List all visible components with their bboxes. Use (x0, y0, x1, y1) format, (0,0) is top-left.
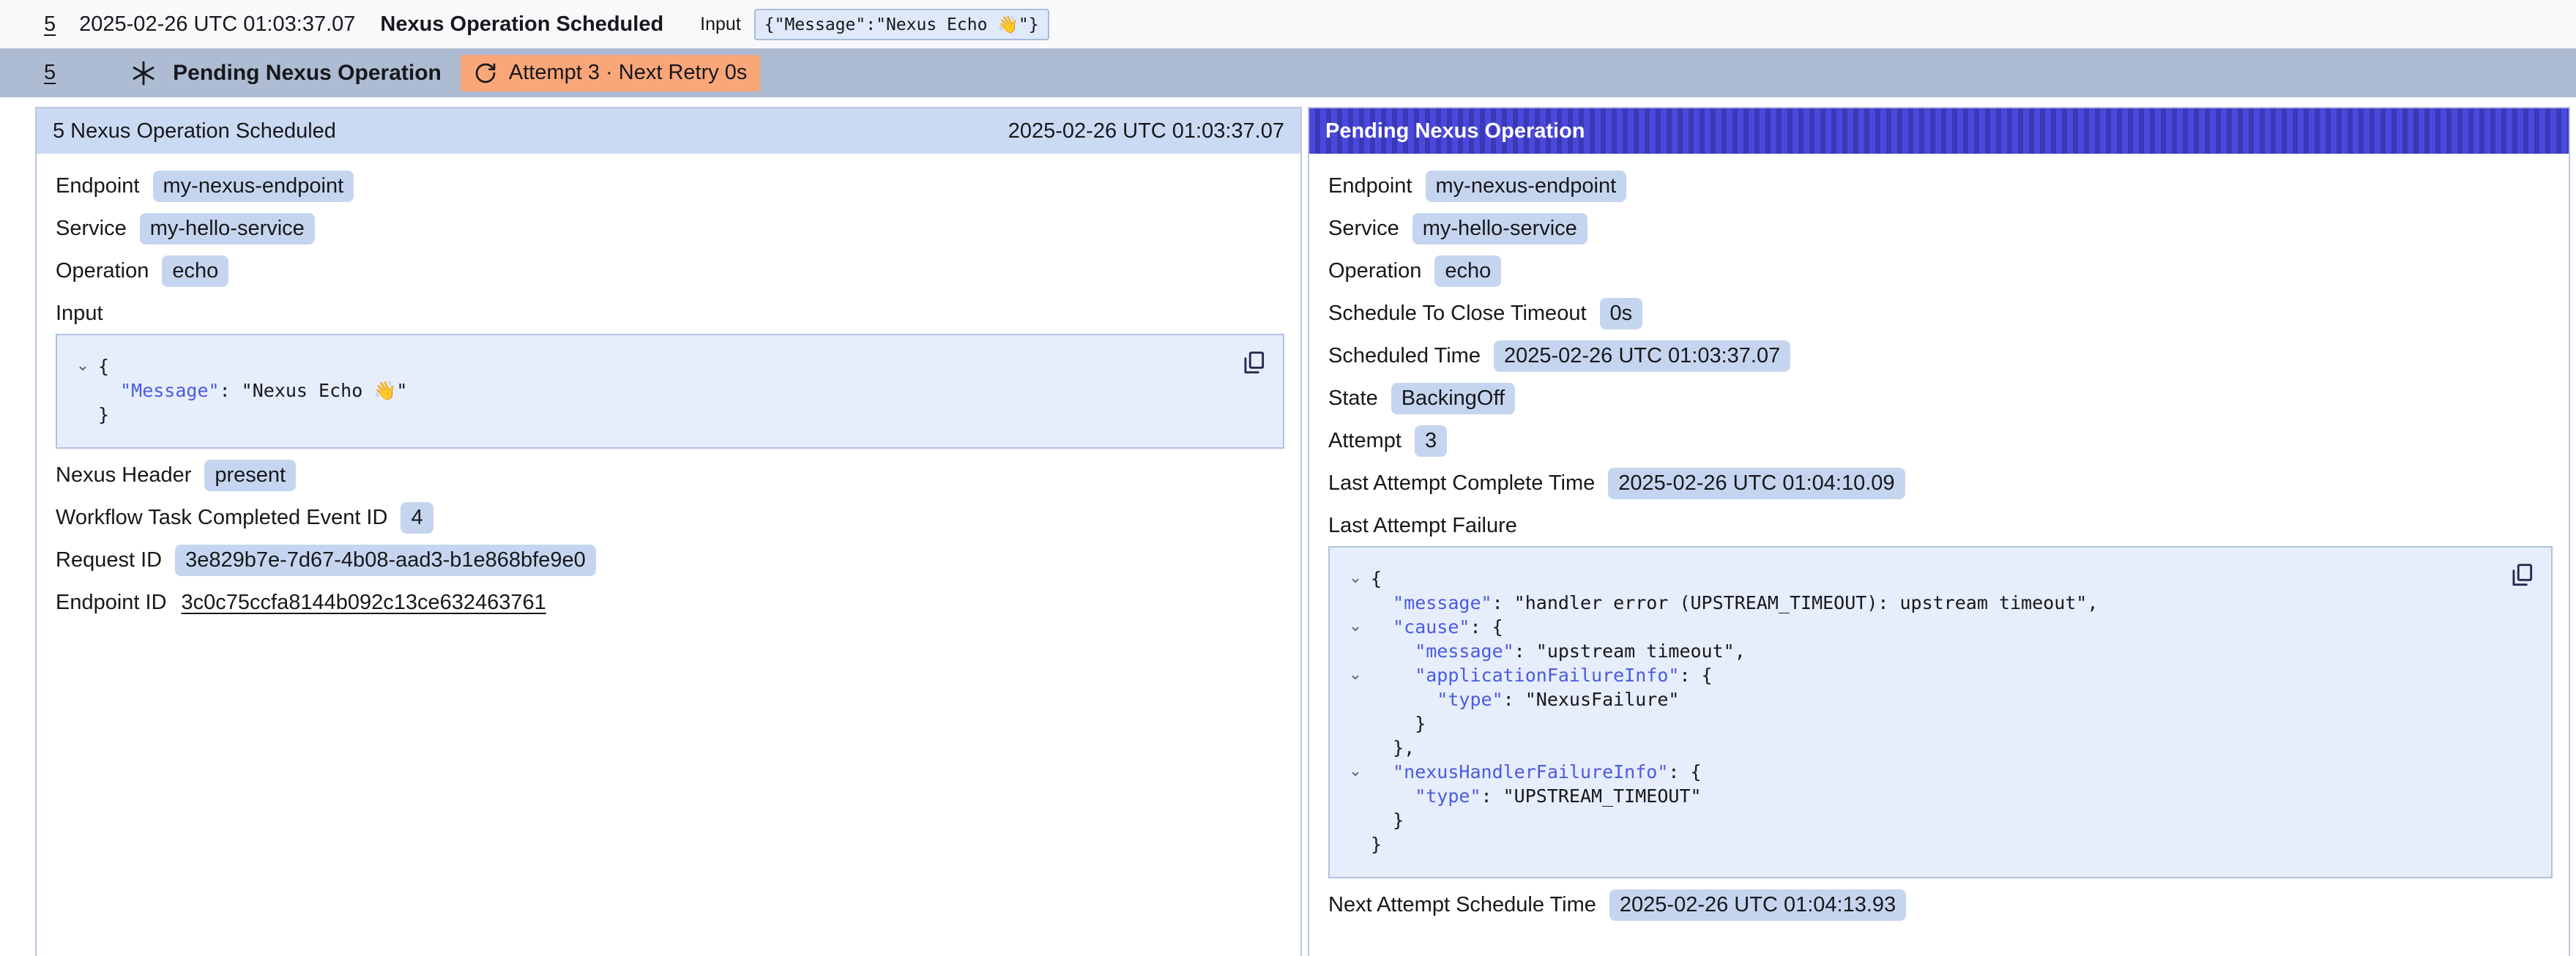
pending-panel-title: Pending Nexus Operation (1325, 119, 1585, 143)
json-line: } (1340, 712, 2500, 736)
field-nexus-header: Nexus Header present (56, 459, 1284, 491)
event-timestamp: 2025-02-26 UTC 01:03:37.07 (79, 12, 355, 37)
pending-operation-row[interactable]: 5 Pending Nexus Operation Attempt 3 · Ne… (0, 48, 2576, 97)
json-line: } (1340, 808, 2500, 832)
input-json-viewer: ⌄{ "Message": "Nexus Echo 👋" } (56, 334, 1284, 449)
json-line: } (1340, 832, 2500, 856)
field-request-id: Request ID 3e829b7e-7d67-4b08-aad3-b1e86… (56, 544, 1284, 576)
field-label: Endpoint (1328, 174, 1412, 198)
collapse-chevron-icon[interactable]: ⌄ (1340, 663, 1371, 687)
field-value-chip: 3e829b7e-7d67-4b08-aad3-b1e868bfe9e0 (175, 545, 596, 576)
json-line: ⌄ "applicationFailureInfo": { (1340, 663, 2500, 687)
field-operation: Operation echo (56, 255, 1284, 287)
field-value-chip: my-nexus-endpoint (153, 171, 354, 202)
field-label: Schedule To Close Timeout (1328, 302, 1587, 326)
event-input-label: Input (700, 14, 741, 35)
scheduled-panel-title: 5 Nexus Operation Scheduled (53, 119, 336, 143)
json-line: ⌄ "nexusHandlerFailureInfo": { (1340, 760, 2500, 784)
json-line: "type": "UPSTREAM_TIMEOUT" (1340, 784, 2500, 808)
field-label: Attempt (1328, 429, 1401, 453)
json-line: "Message": "Nexus Echo 👋" (67, 378, 1232, 403)
field-label: Scheduled Time (1328, 344, 1481, 368)
field-service: Service my-hello-service (56, 212, 1284, 244)
copy-icon (1240, 349, 1267, 377)
field-label: Operation (1328, 259, 1421, 283)
field-value-chip: my-nexus-endpoint (1426, 171, 1627, 202)
event-input-chip: {"Message":"Nexus Echo 👋"} (754, 9, 1049, 40)
collapse-chevron-icon[interactable]: ⌄ (67, 354, 98, 378)
field-value-chip: my-hello-service (140, 213, 315, 244)
pending-operation-detail-panel: Pending Nexus Operation Endpoint my-nexu… (1308, 107, 2570, 956)
field-operation: Operation echo (1328, 255, 2553, 287)
field-endpoint: Endpoint my-nexus-endpoint (1328, 170, 2553, 202)
json-line: "message": "upstream timeout", (1340, 639, 2500, 663)
json-line: }, (1340, 736, 2500, 760)
field-label: Workflow Task Completed Event ID (56, 506, 387, 530)
field-attempt: Attempt 3 (1328, 425, 2553, 457)
collapse-chevron-icon[interactable]: ⌄ (1340, 760, 1371, 784)
copy-icon (2508, 561, 2536, 589)
pending-panel-body: Endpoint my-nexus-endpoint Service my-he… (1309, 154, 2569, 921)
retry-icon (474, 61, 497, 85)
event-row-scheduled[interactable]: 5 2025-02-26 UTC 01:03:37.07 Nexus Opera… (0, 0, 2576, 48)
field-label: Last Attempt Complete Time (1328, 471, 1595, 496)
field-label: Endpoint (56, 174, 140, 198)
scheduled-panel-body: Endpoint my-nexus-endpoint Service my-he… (37, 154, 1300, 619)
field-label: Endpoint ID (56, 591, 167, 615)
json-line: ⌄ "cause": { (1340, 615, 2500, 639)
field-service: Service my-hello-service (1328, 212, 2553, 244)
field-scheduled-time: Scheduled Time 2025-02-26 UTC 01:03:37.0… (1328, 340, 2553, 372)
field-label: Next Attempt Schedule Time (1328, 893, 1596, 917)
field-value-chip: 4 (401, 502, 433, 534)
attempt-retry-text: Attempt 3 · Next Retry 0s (509, 61, 748, 85)
event-name: Nexus Operation Scheduled (380, 12, 663, 37)
field-value-chip: echo (162, 255, 228, 287)
json-line: "type": "NexusFailure" (1340, 687, 2500, 712)
field-workflow-task-completed-event-id: Workflow Task Completed Event ID 4 (56, 501, 1284, 534)
field-value-chip: present (204, 460, 296, 491)
field-value-chip: 0s (1600, 298, 1643, 329)
copy-button[interactable] (1237, 347, 1270, 379)
copy-button[interactable] (2506, 559, 2538, 591)
pending-operation-title: Pending Nexus Operation (173, 61, 442, 86)
field-value-chip: my-hello-service (1412, 213, 1587, 244)
event-id-link[interactable]: 5 (44, 12, 56, 37)
field-label: Request ID (56, 548, 162, 572)
pending-asterisk-icon (130, 60, 157, 86)
field-label: State (1328, 386, 1378, 411)
field-value-chip: 2025-02-26 UTC 01:03:37.07 (1494, 340, 1790, 372)
field-label: Nexus Header (56, 463, 191, 488)
last-attempt-failure-label: Last Attempt Failure (1328, 511, 2553, 540)
field-value-chip: echo (1434, 255, 1501, 287)
field-label: Operation (56, 259, 149, 283)
failure-json-viewer: ⌄{ "message": "handler error (UPSTREAM_T… (1328, 546, 2553, 878)
field-value-chip: 2025-02-26 UTC 01:04:13.93 (1609, 889, 1906, 921)
collapse-chevron-icon[interactable]: ⌄ (1340, 567, 1371, 591)
field-last-attempt-complete-time: Last Attempt Complete Time 2025-02-26 UT… (1328, 467, 2553, 499)
field-schedule-to-close-timeout: Schedule To Close Timeout 0s (1328, 297, 2553, 329)
scheduled-panel-timestamp: 2025-02-26 UTC 01:03:37.07 (1008, 119, 1284, 143)
field-value-chip: 2025-02-26 UTC 01:04:10.09 (1608, 468, 1905, 499)
attempt-retry-badge: Attempt 3 · Next Retry 0s (461, 55, 761, 92)
scheduled-panel-header: 5 Nexus Operation Scheduled 2025-02-26 U… (37, 108, 1300, 154)
field-next-attempt-schedule-time: Next Attempt Schedule Time 2025-02-26 UT… (1328, 889, 2553, 921)
json-line: "message": "handler error (UPSTREAM_TIME… (1340, 591, 2500, 615)
json-line: } (67, 403, 1232, 427)
field-label: Service (1328, 217, 1399, 241)
field-label: Service (56, 217, 127, 241)
field-value-chip: 3 (1415, 425, 1447, 457)
collapse-chevron-icon[interactable]: ⌄ (1340, 615, 1371, 639)
json-line: ⌄{ (1340, 567, 2500, 591)
endpoint-id-link[interactable]: 3c0c75ccfa8144b092c13ce632463761 (180, 587, 548, 619)
field-endpoint-id: Endpoint ID 3c0c75ccfa8144b092c13ce63246… (56, 586, 1284, 619)
json-line: ⌄{ (67, 354, 1232, 378)
temporal-event-history-screen: 5 2025-02-26 UTC 01:03:37.07 Nexus Opera… (0, 0, 2576, 956)
input-section-label: Input (56, 299, 1284, 328)
field-endpoint: Endpoint my-nexus-endpoint (56, 170, 1284, 202)
field-state: State BackingOff (1328, 382, 2553, 414)
scheduled-event-detail-panel: 5 Nexus Operation Scheduled 2025-02-26 U… (35, 107, 1302, 956)
state-badge: BackingOff (1391, 383, 1515, 414)
event-id-link[interactable]: 5 (44, 61, 56, 85)
pending-panel-header: Pending Nexus Operation (1309, 108, 2569, 154)
